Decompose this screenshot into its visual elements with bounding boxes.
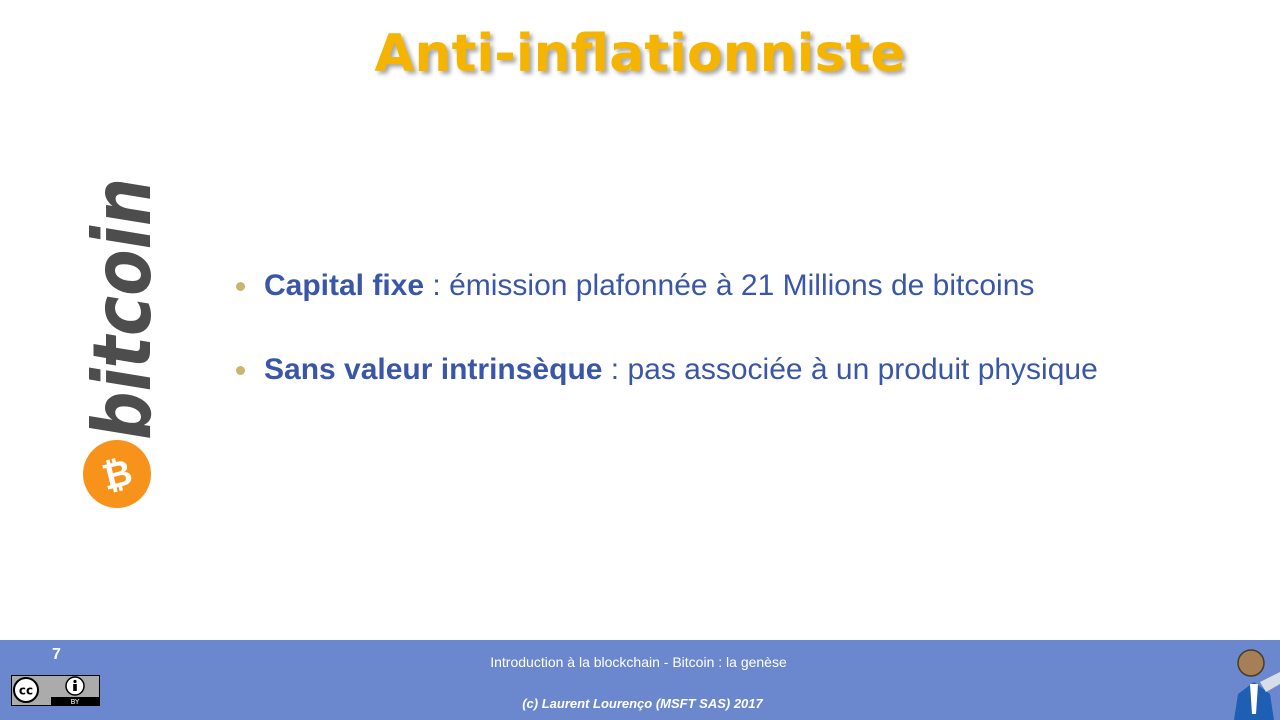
bullet-description: : émission plafonnée à 21 Millions de bi… bbox=[424, 269, 1035, 302]
footer-copyright: (c) Laurent Lourenço (MSFT SAS) 2017 bbox=[522, 696, 763, 711]
creative-commons-by-icon: BY cc bbox=[11, 675, 100, 706]
svg-text:cc: cc bbox=[19, 684, 33, 698]
bitcoin-logo: ₿ bitcoin bbox=[76, 178, 162, 508]
bullet-item: Sans valeur intrinsèque : pas associée à… bbox=[236, 348, 1236, 392]
bitcoin-wordmark: bitcoin bbox=[76, 178, 162, 440]
bullet-list: Capital fixe : émission plafonnée à 21 M… bbox=[236, 264, 1236, 432]
bullet-dot-icon bbox=[236, 365, 245, 375]
presenter-mascot-icon bbox=[1234, 649, 1280, 720]
bullet-item: Capital fixe : émission plafonnée à 21 M… bbox=[236, 264, 1236, 308]
slide-title: Anti-inflationniste bbox=[374, 24, 906, 84]
svg-text:BY: BY bbox=[71, 698, 80, 706]
bullet-dot-icon bbox=[236, 281, 245, 291]
bullet-term: Sans valeur intrinsèque bbox=[264, 353, 603, 386]
bullet-term: Capital fixe bbox=[264, 269, 425, 302]
footer-title: Introduction à la blockchain - Bitcoin :… bbox=[490, 654, 787, 670]
slide-footer: 7 Introduction à la blockchain - Bitcoin… bbox=[0, 640, 1280, 720]
bullet-description: : pas associée à un produit physique bbox=[602, 353, 1098, 386]
